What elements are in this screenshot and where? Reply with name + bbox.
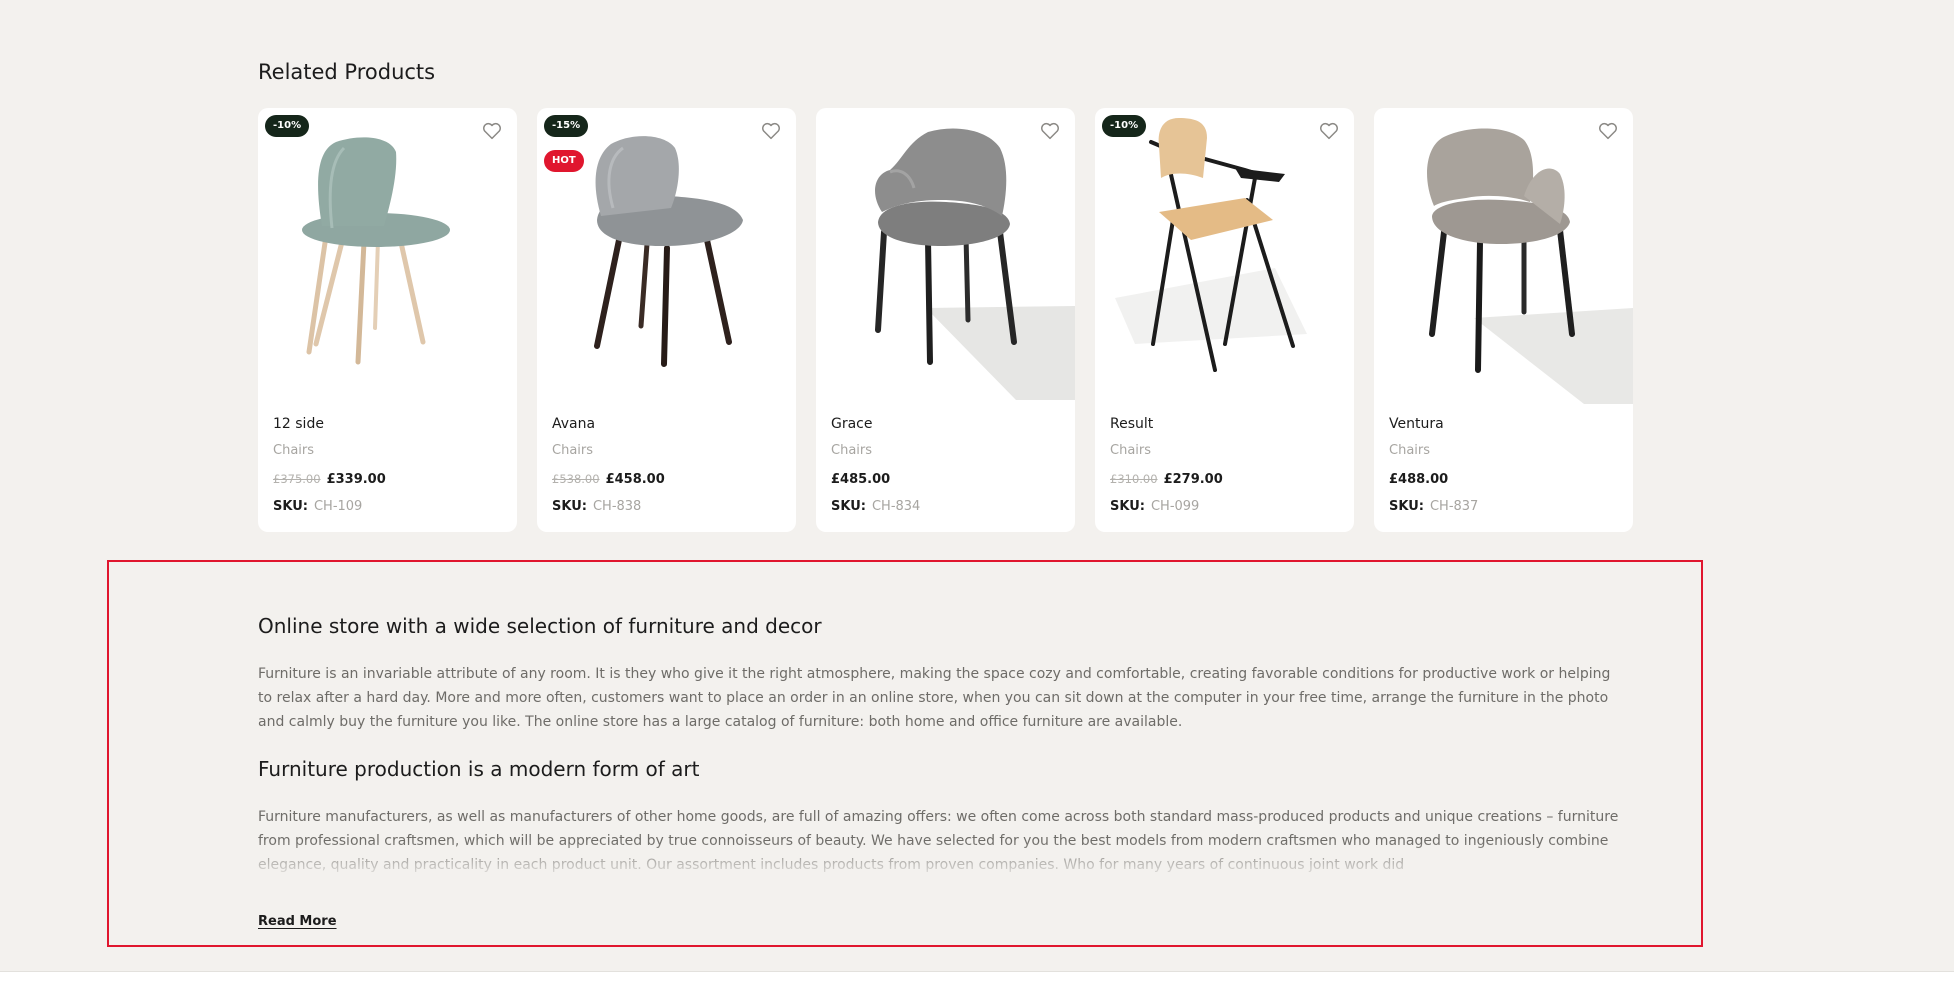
sku-value: CH-099 — [1150, 499, 1200, 514]
sku-label: SKU: — [552, 499, 587, 514]
seo-paragraph-store: Furniture is an invariable attribute of … — [258, 666, 1611, 730]
wishlist-heart-icon[interactable] — [481, 120, 503, 142]
current-price: £458.00 — [605, 472, 665, 487]
sku-value: CH-838 — [592, 499, 642, 514]
product-category[interactable]: Chairs — [552, 443, 593, 458]
old-price: £538.00 — [552, 472, 600, 486]
product-image-12-side[interactable] — [258, 108, 517, 408]
sku-label: SKU: — [831, 499, 866, 514]
current-price: £339.00 — [326, 472, 386, 487]
product-sku: SKU: CH-837 — [1389, 499, 1478, 514]
current-price: £279.00 — [1163, 472, 1223, 487]
discount-badge: -10% — [265, 115, 310, 137]
product-image-ventura[interactable] — [1374, 108, 1633, 408]
product-category[interactable]: Chairs — [273, 443, 314, 458]
wishlist-heart-icon[interactable] — [760, 120, 782, 142]
product-image-grace[interactable] — [816, 108, 1075, 408]
page-bottom-edge — [0, 971, 1954, 982]
wishlist-heart-icon[interactable] — [1318, 120, 1340, 142]
product-price: £485.00 — [831, 472, 890, 487]
product-sku: SKU: CH-834 — [831, 499, 920, 514]
seo-heading-production: Furniture production is a modern form of… — [258, 757, 700, 781]
product-price: £488.00 — [1389, 472, 1448, 487]
wishlist-heart-icon[interactable] — [1039, 120, 1061, 142]
product-sku: SKU: CH-099 — [1110, 499, 1199, 514]
product-name[interactable]: Ventura — [1389, 416, 1444, 432]
product-category[interactable]: Chairs — [831, 443, 872, 458]
old-price: £375.00 — [273, 472, 321, 486]
product-category[interactable]: Chairs — [1389, 443, 1430, 458]
product-card[interactable]: Grace Chairs £485.00 SKU: CH-834 — [816, 108, 1075, 532]
product-price: £375.00 £339.00 — [273, 472, 386, 487]
product-name[interactable]: Result — [1110, 416, 1153, 432]
seo-heading-store: Online store with a wide selection of fu… — [258, 614, 822, 638]
product-price: £538.00 £458.00 — [552, 472, 665, 487]
product-card[interactable]: Ventura Chairs £488.00 SKU: CH-837 — [1374, 108, 1633, 532]
product-card[interactable]: -10% 12 side Chairs £375.00 £339.00 SKU: C… — [258, 108, 517, 532]
product-price: £310.00 £279.00 — [1110, 472, 1223, 487]
wishlist-heart-icon[interactable] — [1597, 120, 1619, 142]
current-price: £488.00 — [1389, 472, 1449, 487]
product-image-result[interactable] — [1095, 108, 1354, 408]
read-more-link[interactable]: Read More — [258, 914, 337, 929]
product-card[interactable]: -15% HOT Avana Chairs £538.00 £458.00 SKU… — [537, 108, 796, 532]
product-sku: SKU: CH-838 — [552, 499, 641, 514]
old-price: £310.00 — [1110, 472, 1158, 486]
text-fade-overlay — [258, 841, 1622, 877]
sku-value: CH-834 — [871, 499, 921, 514]
product-name[interactable]: 12 side — [273, 416, 324, 432]
sku-value: CH-109 — [313, 499, 363, 514]
sku-value: CH-837 — [1429, 499, 1479, 514]
related-products-title: Related Products — [258, 60, 436, 84]
sku-label: SKU: — [273, 499, 308, 514]
hot-badge: HOT — [544, 150, 584, 172]
sku-label: SKU: — [1389, 499, 1424, 514]
discount-badge: -15% — [544, 115, 589, 137]
product-sku: SKU: CH-109 — [273, 499, 362, 514]
current-price: £485.00 — [831, 472, 891, 487]
discount-badge: -10% — [1102, 115, 1147, 137]
sku-label: SKU: — [1110, 499, 1145, 514]
product-card[interactable]: -10% Result Chairs £310.00 £279.00 SKU: CH… — [1095, 108, 1354, 532]
product-category[interactable]: Chairs — [1110, 443, 1151, 458]
product-name[interactable]: Grace — [831, 416, 873, 432]
product-name[interactable]: Avana — [552, 416, 595, 432]
